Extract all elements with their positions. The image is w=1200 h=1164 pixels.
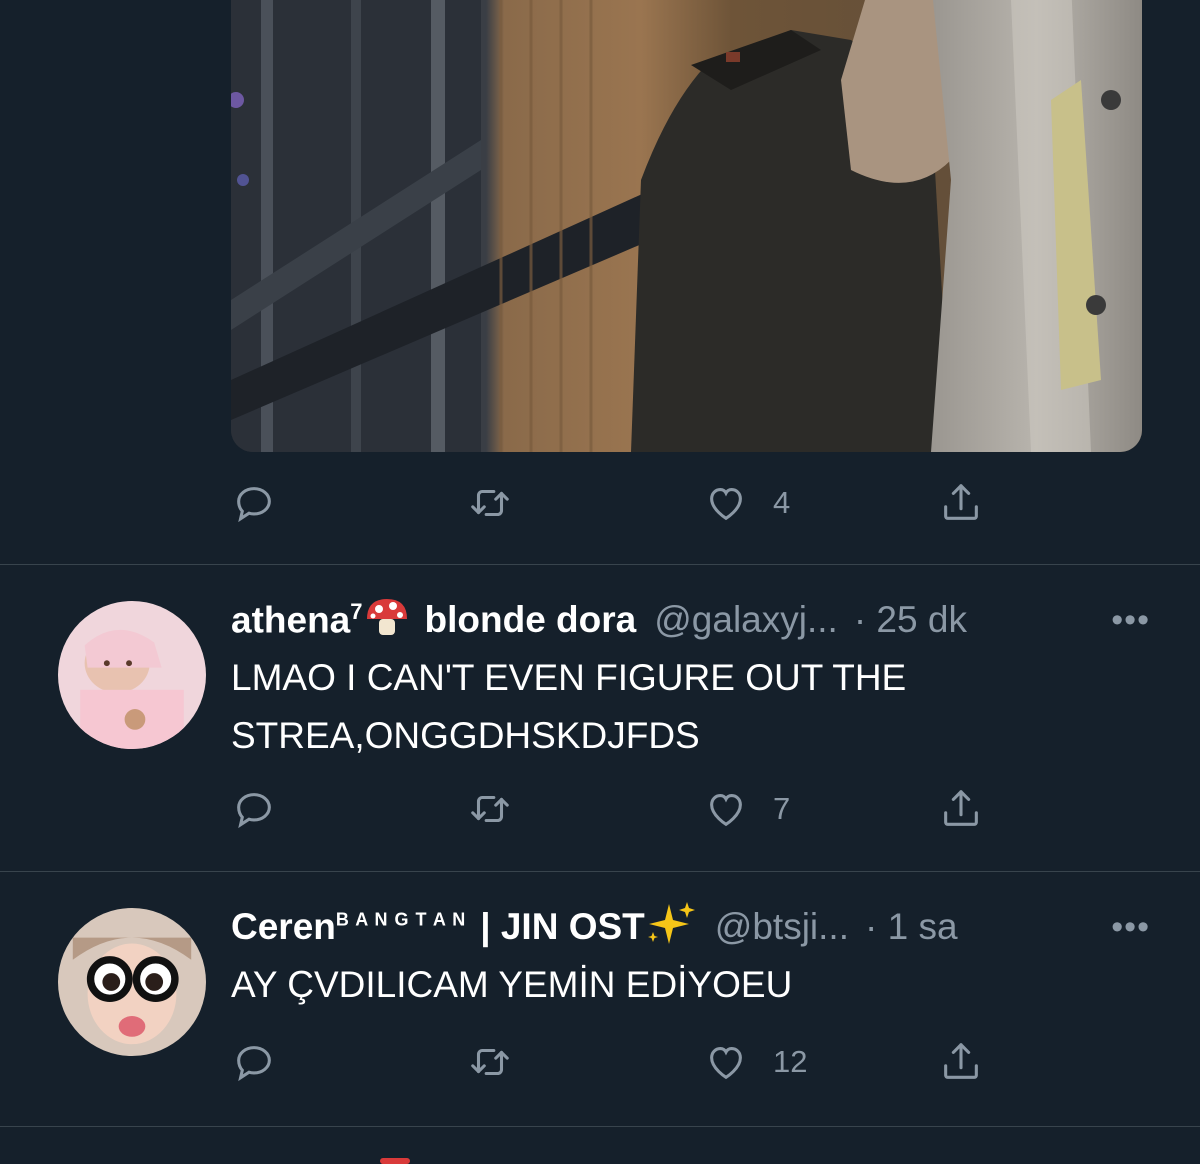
share-icon [944, 484, 978, 520]
tweet-text: LMAO I CAN'T EVEN FIGURE OUT THE STREA,O… [231, 649, 1050, 765]
tweet-text-line: LMAO I CAN'T EVEN FIGURE OUT THE [231, 657, 907, 698]
tweet-header: CerenB A N G T A N | JIN OST @btsji... ·… [231, 900, 1160, 955]
tweet-actions: 7 [231, 779, 1011, 839]
avatar[interactable] [58, 908, 206, 1056]
display-name-suffix: | JIN OST [480, 906, 645, 947]
share-icon [944, 1043, 978, 1079]
like-count: 12 [773, 1044, 808, 1079]
more-icon: ••• [1111, 600, 1150, 639]
divider [0, 1126, 1200, 1127]
retweet-button[interactable] [467, 779, 513, 839]
like-button[interactable]: 12 [703, 1032, 807, 1092]
like-count: 7 [773, 791, 791, 826]
tweet[interactable]: athena7 blonde dora @galaxyj... · 25 dk … [0, 565, 1200, 871]
reply-icon [237, 487, 271, 523]
tweet-text-line: STREA,ONGGDHSKDJFDS [231, 715, 700, 756]
like-button[interactable]: 7 [703, 779, 790, 839]
more-icon: ••• [1111, 907, 1150, 946]
media-tweet-actions: 4 [231, 473, 1011, 533]
share-button[interactable] [938, 1032, 984, 1092]
share-button[interactable] [938, 779, 984, 839]
more-button[interactable]: ••• [1111, 902, 1150, 952]
tweet-media-image[interactable] [231, 0, 1142, 452]
like-count: 4 [773, 485, 791, 520]
timestamp[interactable]: · 1 sa [865, 906, 958, 948]
next-tweet-emoji-fragment [380, 1158, 410, 1164]
like-button[interactable]: 4 [703, 473, 790, 533]
reply-icon [237, 793, 271, 829]
timestamp[interactable]: · 25 dk [854, 599, 967, 641]
display-name[interactable]: CerenB A N G T A N [231, 906, 466, 948]
tweet-actions: 12 [231, 1032, 1011, 1092]
reply-icon [237, 1046, 271, 1082]
mushroom-icon [363, 595, 411, 646]
retweet-button[interactable] [467, 1032, 513, 1092]
retweet-button[interactable] [467, 473, 537, 533]
sparkles-icon [645, 900, 697, 955]
tweet-text: AY ÇVDILICAM YEMİN EDİYOEU [231, 956, 1050, 1014]
retweet-icon [471, 489, 509, 517]
like-icon [710, 794, 742, 827]
more-button[interactable]: ••• [1111, 595, 1150, 645]
tweet-text-line: AY ÇVDILICAM YEMİN EDİYOEU [231, 964, 793, 1005]
like-icon [710, 488, 742, 521]
tweet-header: athena7 blonde dora @galaxyj... · 25 dk [231, 595, 1160, 645]
retweet-icon [471, 1048, 509, 1076]
handle: @galaxyj... [654, 599, 838, 640]
share-icon [944, 790, 978, 826]
tweet[interactable]: CerenB A N G T A N | JIN OST @btsji... ·… [0, 872, 1200, 1124]
reply-button[interactable] [231, 1032, 277, 1092]
like-icon [710, 1047, 742, 1080]
handle: @btsji... [714, 906, 849, 947]
reply-button[interactable] [231, 473, 301, 533]
share-button[interactable] [938, 473, 984, 533]
retweet-icon [471, 795, 509, 823]
display-name[interactable]: athena7 [231, 599, 363, 641]
reply-button[interactable] [231, 779, 277, 839]
display-name-suffix: blonde dora [424, 599, 637, 640]
avatar[interactable] [58, 601, 206, 749]
